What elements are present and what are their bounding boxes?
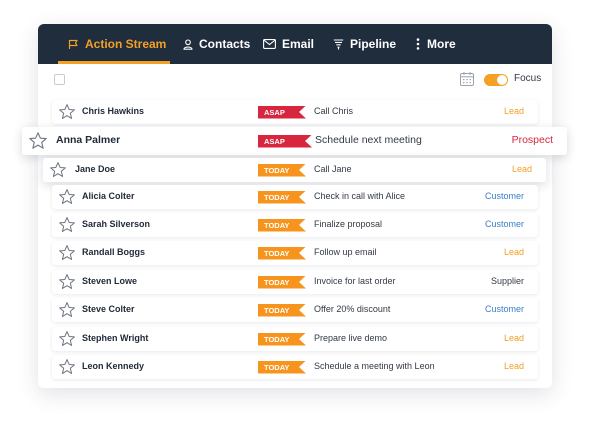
list-item[interactable]: Leon Kennedy TODAY Schedule a meeting with… — [52, 355, 538, 379]
star-icon[interactable] — [58, 103, 76, 121]
tab-pipeline[interactable]: Pipeline — [333, 24, 396, 64]
task-text[interactable]: Call Jane — [314, 164, 352, 174]
status-label: Supplier — [490, 276, 524, 287]
contact-name[interactable]: Randall Boggs — [82, 247, 145, 257]
priority-badge: ASAP — [258, 135, 312, 148]
priority-badge: TODAY — [258, 333, 306, 346]
priority-badge: TODAY — [258, 361, 306, 374]
tab-action-stream[interactable]: Action Stream — [68, 24, 166, 64]
contact-name[interactable]: Stephen Wright — [82, 333, 148, 343]
funnel-icon — [333, 38, 344, 49]
flag-icon — [68, 39, 78, 49]
contact-name[interactable]: Leon Kennedy — [82, 361, 144, 371]
list-item[interactable]: Steven Lowe TODAY Invoice for last order Su… — [52, 270, 538, 294]
status-label: Lead — [511, 164, 532, 175]
priority-badge: TODAY — [258, 276, 306, 289]
status-label: Prospect — [511, 134, 553, 147]
tab-label: Action Stream — [85, 37, 167, 51]
top-navbar: Action Stream Contacts Email Pipeline Mo… — [38, 24, 552, 64]
priority-badge: TODAY — [258, 191, 306, 204]
tab-email[interactable]: Email — [263, 24, 314, 64]
status-label: Lead — [503, 361, 524, 372]
star-icon[interactable] — [58, 301, 76, 319]
task-text[interactable]: Offer 20% discount — [314, 304, 390, 314]
contact-name[interactable]: Anna Palmer — [56, 134, 120, 146]
tab-label: More — [427, 37, 456, 51]
select-all-checkbox[interactable] — [54, 74, 65, 85]
priority-badge: TODAY — [258, 219, 306, 232]
user-icon — [183, 38, 193, 50]
focus-toggle[interactable] — [484, 74, 508, 86]
contact-name[interactable]: Alicia Colter — [82, 191, 135, 201]
tab-contacts[interactable]: Contacts — [183, 24, 250, 64]
star-icon[interactable] — [58, 330, 76, 348]
toggle-knob — [497, 75, 507, 85]
list-item[interactable]: Steve Colter TODAY Offer 20% discount Custo… — [52, 298, 538, 322]
star-icon[interactable] — [28, 131, 48, 151]
status-label: Customer — [484, 191, 524, 202]
focus-label: Focus — [514, 73, 542, 84]
list-item[interactable]: Stephen Wright TODAY Prepare live demo Lead — [52, 327, 538, 351]
task-text[interactable]: Finalize proposal — [314, 219, 382, 229]
contact-name[interactable]: Steve Colter — [82, 304, 135, 314]
task-text[interactable]: Check in call with Alice — [314, 191, 405, 201]
star-icon[interactable] — [58, 273, 76, 291]
status-label: Lead — [503, 106, 524, 117]
tab-label: Email — [282, 37, 315, 51]
list-item[interactable]: Sarah Silverson TODAY Finalize proposal Cus… — [52, 213, 538, 237]
task-text[interactable]: Prepare live demo — [314, 333, 387, 343]
status-label: Customer — [484, 304, 524, 315]
vertical-dots-icon — [416, 38, 420, 50]
tab-more[interactable]: More — [415, 24, 456, 64]
list-item[interactable]: Chris Hawkins ASAP Call Chris Lead — [52, 100, 538, 124]
list-item[interactable]: Randall Boggs TODAY Follow up email Lead — [52, 241, 538, 265]
tab-label: Pipeline — [350, 37, 397, 51]
star-icon[interactable] — [58, 358, 76, 376]
contact-name[interactable]: Sarah Silverson — [82, 219, 150, 229]
priority-badge: TODAY — [258, 304, 306, 317]
status-label: Lead — [503, 333, 524, 344]
status-label: Customer — [484, 219, 524, 230]
star-icon[interactable] — [58, 188, 76, 206]
contact-name[interactable]: Jane Doe — [75, 164, 115, 174]
list-item[interactable]: Anna Palmer ASAP Schedule next meeting Pros… — [22, 127, 567, 155]
task-text[interactable]: Follow up email — [314, 247, 377, 257]
star-icon[interactable] — [58, 216, 76, 234]
task-text[interactable]: Call Chris — [314, 106, 353, 116]
star-icon[interactable] — [49, 161, 67, 179]
priority-badge: TODAY — [258, 164, 306, 177]
task-text[interactable]: Schedule a meeting with Leon — [314, 361, 435, 371]
task-text[interactable]: Schedule next meeting — [315, 134, 422, 146]
tab-label: Contacts — [199, 37, 251, 51]
list-item[interactable]: Alicia Colter TODAY Check in call with Ali… — [52, 185, 538, 209]
contact-name[interactable]: Chris Hawkins — [82, 106, 144, 116]
task-text[interactable]: Invoice for last order — [314, 276, 396, 286]
star-icon[interactable] — [58, 244, 76, 262]
status-label: Lead — [503, 247, 524, 258]
envelope-icon — [263, 39, 276, 49]
contact-name[interactable]: Steven Lowe — [82, 276, 137, 286]
calendar-icon[interactable] — [459, 71, 475, 87]
list-item[interactable]: Jane Doe TODAY Call Jane Lead — [43, 158, 546, 182]
priority-badge: TODAY — [258, 247, 306, 260]
priority-badge: ASAP — [258, 106, 306, 119]
active-tab-indicator — [58, 61, 170, 64]
